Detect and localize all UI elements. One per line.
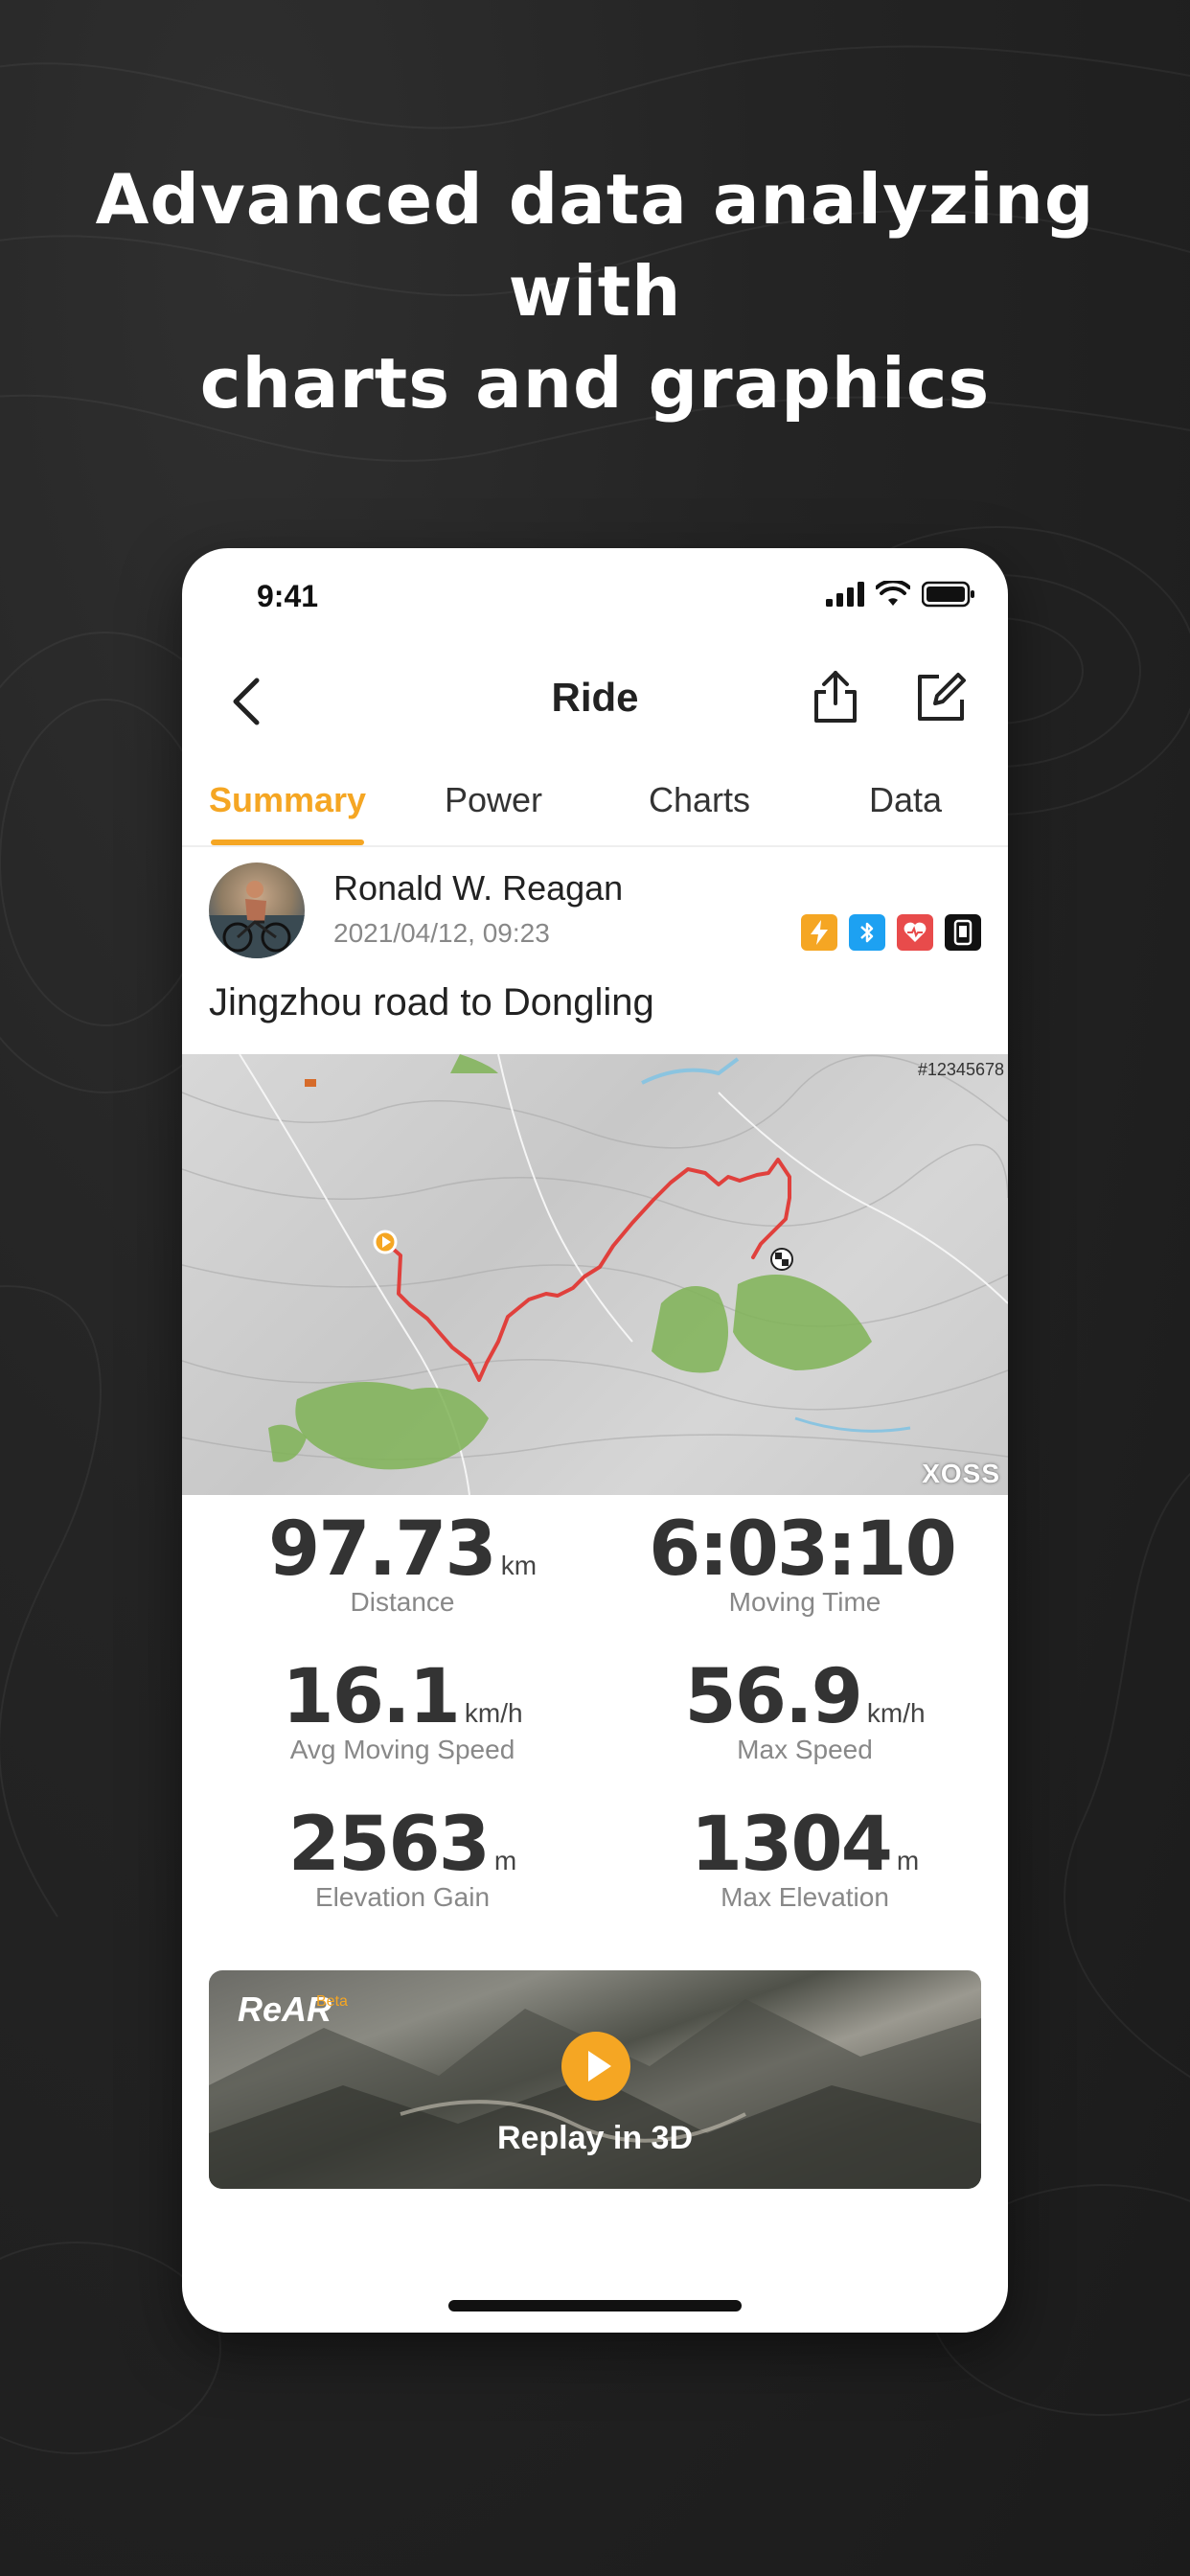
elevation-gain-value: 2563	[287, 1802, 491, 1888]
marketing-headline: Advanced data analyzing with charts and …	[0, 153, 1190, 429]
battery-icon	[922, 581, 974, 608]
tab-summary[interactable]: Summary	[196, 780, 378, 820]
headline-line-2: charts and graphics	[199, 343, 991, 424]
nav-bar: Ride	[182, 644, 1008, 759]
beta-label: Beta	[316, 1993, 348, 2010]
share-icon[interactable]	[805, 667, 866, 728]
max-elevation-value: 1304	[690, 1802, 893, 1888]
avatar[interactable]	[209, 862, 305, 958]
stat-avg-speed: 16.1 km/h Avg Moving Speed	[201, 1654, 604, 1765]
play-icon	[588, 2051, 611, 2082]
tab-power[interactable]: Power	[402, 780, 584, 820]
stat-moving-time: 6:03:10 Moving Time	[604, 1506, 1006, 1618]
play-button[interactable]	[561, 2032, 630, 2101]
map-id-label: #12345678	[917, 1060, 1004, 1079]
tab-charts[interactable]: Charts	[608, 780, 790, 820]
avg-speed-unit: km/h	[464, 1698, 523, 1728]
home-indicator[interactable]	[448, 2300, 742, 2312]
user-name[interactable]: Ronald W. Reagan	[333, 868, 623, 908]
page-title: Ride	[551, 675, 639, 720]
headline-line-1: Advanced data analyzing with	[95, 159, 1095, 332]
tab-bar: Summary Power Charts Data	[182, 759, 1008, 847]
replay-label: Replay in 3D	[496, 2120, 694, 2156]
heart-rate-icon	[897, 914, 933, 951]
route-finish-marker	[770, 1248, 793, 1271]
max-speed-value: 56.9	[684, 1654, 862, 1740]
distance-label: Distance	[350, 1587, 455, 1617]
ride-title: Jingzhou road to Dongling	[209, 981, 654, 1024]
route-line	[383, 1158, 791, 1382]
tab-data[interactable]: Data	[814, 780, 996, 820]
cyclist-photo	[209, 881, 305, 958]
stat-elevation-gain: 2563 m Elevation Gain	[201, 1802, 604, 1913]
stat-distance: 97.73 km Distance	[201, 1506, 604, 1618]
avg-speed-label: Avg Moving Speed	[289, 1735, 515, 1764]
activity-header: Ronald W. Reagan 2021/04/12, 09:23	[182, 855, 1008, 970]
activity-datetime: 2021/04/12, 09:23	[333, 918, 550, 948]
edit-icon[interactable]	[910, 667, 972, 728]
active-tab-indicator	[211, 840, 364, 845]
stat-max-speed: 56.9 km/h Max Speed	[604, 1654, 1006, 1765]
max-elevation-label: Max Elevation	[721, 1882, 889, 1912]
cellular-signal-icon	[826, 582, 864, 607]
route-map[interactable]: #12345678 XOSS	[182, 1054, 1008, 1495]
wifi-icon	[876, 581, 910, 606]
xoss-map-logo: XOSS	[922, 1459, 1000, 1488]
moving-time-value: 6:03:10	[649, 1506, 957, 1593]
phone-screen: 9:41 Ride Summary Power Charts Data Rona…	[182, 548, 1008, 2333]
status-time: 9:41	[257, 579, 319, 613]
status-icons	[826, 581, 975, 608]
elevation-gain-label: Elevation Gain	[314, 1882, 491, 1912]
bike-computer-icon	[945, 914, 981, 951]
stat-max-elevation: 1304 m Max Elevation	[604, 1802, 1006, 1913]
bluetooth-sync-icon	[849, 914, 885, 951]
map-terrain	[182, 1054, 1008, 1495]
max-speed-label: Max Speed	[737, 1735, 873, 1764]
device-badges	[801, 914, 981, 951]
elevation-gain-unit: m	[493, 1846, 517, 1875]
stats-grid: 97.73 km Distance 6:03:10 Moving Time 16.…	[182, 1506, 1008, 1947]
replay-3d-card[interactable]: ReAR Beta Replay in 3D	[209, 1970, 981, 2189]
max-elevation-unit: m	[896, 1846, 920, 1875]
avg-speed-value: 16.1	[282, 1654, 460, 1740]
distance-unit: km	[500, 1551, 538, 1580]
lightning-icon	[801, 914, 837, 951]
status-bar: 9:41	[182, 548, 1008, 644]
distance-value: 97.73	[267, 1506, 497, 1593]
max-speed-unit: km/h	[866, 1698, 926, 1728]
